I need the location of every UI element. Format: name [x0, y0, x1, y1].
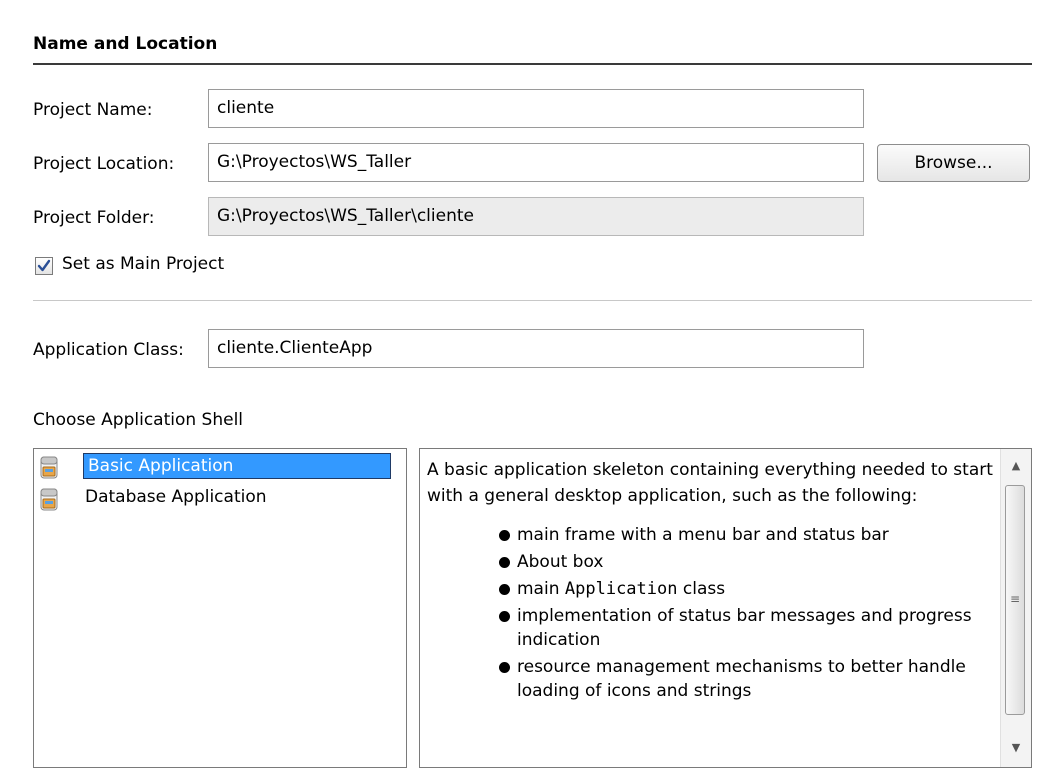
project-location-input[interactable]: G:\Proyectos\WS_Taller — [208, 143, 864, 182]
project-name-input[interactable]: cliente — [208, 89, 864, 128]
bullet-dot — [499, 611, 510, 622]
set-main-project-checkbox[interactable] — [35, 257, 53, 275]
description-content: A basic application skeleton containing … — [427, 457, 997, 706]
bullet-item: main frame with a menu bar and status ba… — [497, 523, 997, 547]
application-class-label: Application Class: — [33, 340, 184, 360]
bullet-dot — [499, 530, 510, 541]
bullet-item: main Application class — [497, 577, 997, 601]
project-location-label: Project Location: — [33, 154, 175, 174]
bullet-dot — [499, 662, 510, 673]
checkmark-icon — [37, 259, 51, 272]
description-intro: A basic application skeleton containing … — [427, 460, 993, 506]
browse-button[interactable]: Browse... — [877, 144, 1030, 182]
list-item-label: Basic Application — [83, 453, 391, 479]
bullet-dot — [499, 584, 510, 595]
divider — [33, 300, 1032, 301]
bullet-text: main frame with a menu bar and status ba… — [517, 525, 889, 545]
scroll-down-icon[interactable]: ▼ — [1001, 735, 1031, 761]
application-shell-list[interactable]: Basic Application Database Application — [33, 448, 407, 768]
section-title-underline — [33, 63, 1032, 65]
section-title: Name and Location — [33, 34, 218, 54]
application-shell-icon — [40, 456, 58, 479]
bullet-dot — [499, 557, 510, 568]
project-folder-field: G:\Proyectos\WS_Taller\cliente — [208, 197, 864, 236]
bullet-text: About box — [517, 552, 604, 572]
project-name-label: Project Name: — [33, 100, 153, 120]
bullet-text: implementation of status bar messages an… — [517, 606, 972, 650]
scroll-up-icon[interactable]: ▲ — [1001, 453, 1031, 479]
list-item-basic-application[interactable]: Basic Application — [39, 453, 409, 481]
bullet-text: class — [677, 579, 726, 599]
list-item-database-application[interactable]: Database Application — [39, 485, 409, 513]
bullet-item: About box — [497, 550, 997, 574]
set-main-project-label[interactable]: Set as Main Project — [62, 254, 224, 274]
application-shell-description[interactable]: A basic application skeleton containing … — [419, 448, 1032, 768]
project-folder-label: Project Folder: — [33, 208, 155, 228]
list-item-label: Database Application — [85, 487, 267, 507]
bullet-text: main — [517, 579, 565, 599]
bullet-item: implementation of status bar messages an… — [497, 604, 997, 652]
scrollbar-thumb[interactable]: ≡ — [1005, 485, 1025, 715]
bullet-code-text: Application — [564, 579, 678, 599]
bullet-item: resource management mechanisms to better… — [497, 655, 997, 703]
application-shell-icon — [40, 488, 58, 511]
application-shell-label: Choose Application Shell — [33, 410, 244, 430]
application-class-input[interactable]: cliente.ClienteApp — [208, 329, 864, 368]
description-bullet-list: main frame with a menu bar and status ba… — [427, 523, 997, 703]
grip-icon: ≡ — [1010, 592, 1021, 606]
bullet-text: resource management mechanisms to better… — [517, 657, 966, 701]
description-scrollbar[interactable]: ▲ ≡ ▼ — [1000, 449, 1031, 767]
